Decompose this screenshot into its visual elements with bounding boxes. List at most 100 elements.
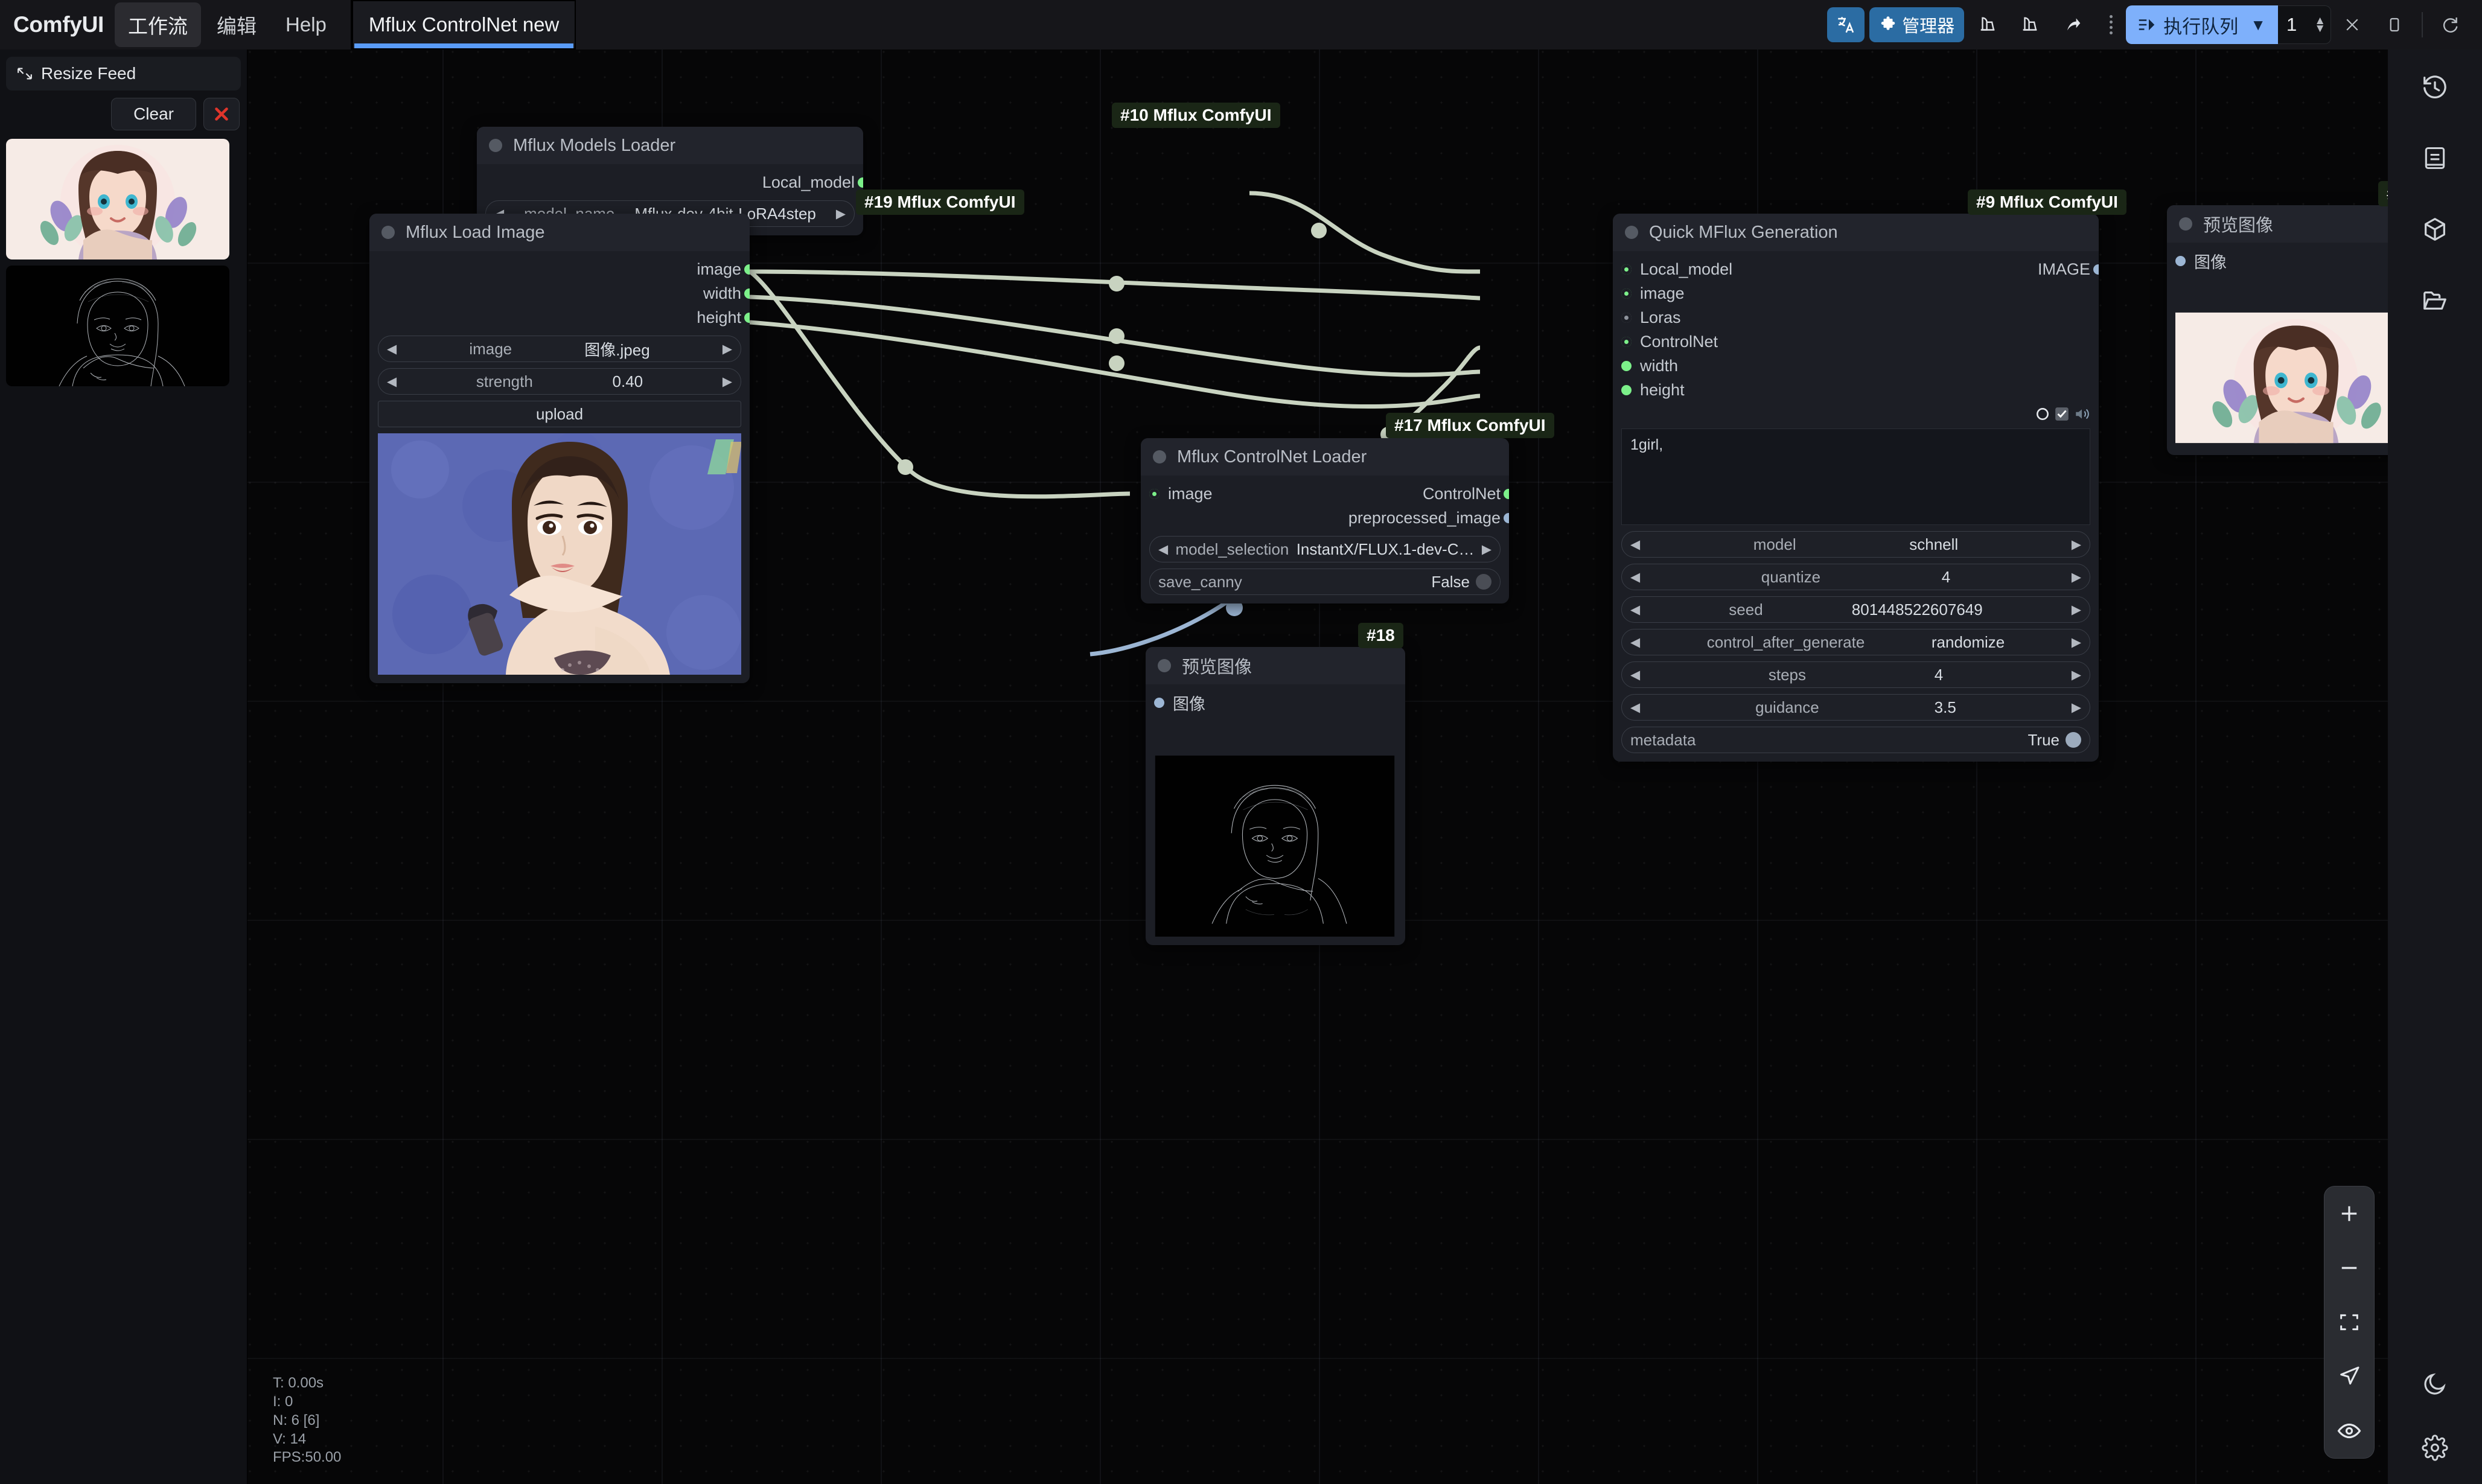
pointer-icon[interactable] bbox=[2331, 1360, 2367, 1393]
chevron-left-icon[interactable]: ◀ bbox=[1630, 700, 1640, 715]
refresh-icon[interactable] bbox=[2431, 7, 2469, 42]
widget-strength[interactable]: ◀ strength 0.40 ▶ bbox=[378, 368, 741, 395]
node-mflux-controlnet-loader[interactable]: Mflux ControlNet Loader image ControlNet… bbox=[1141, 438, 1509, 603]
prompt-textarea[interactable]: 1girl, bbox=[1621, 428, 2090, 525]
resize-feed-header[interactable]: Resize Feed bbox=[6, 57, 241, 91]
chevron-left-icon[interactable]: ◀ bbox=[1630, 667, 1640, 683]
widget-guidance[interactable]: ◀ guidance 3.5 ▶ bbox=[1621, 694, 2090, 721]
collapse-dot-icon[interactable] bbox=[489, 139, 502, 152]
zoom-out-icon[interactable] bbox=[2331, 1252, 2367, 1284]
chevron-left-icon[interactable]: ◀ bbox=[1630, 602, 1640, 617]
output-port-dot[interactable] bbox=[744, 288, 750, 299]
node-title-bar[interactable]: 预览图像 bbox=[2167, 205, 2388, 243]
input-port-dot[interactable] bbox=[1621, 288, 1632, 299]
widget-metadata[interactable]: metadata True bbox=[1621, 727, 2090, 753]
widget-steps[interactable]: ◀ steps 4 ▶ bbox=[1621, 661, 2090, 688]
chevron-left-icon[interactable]: ◀ bbox=[1158, 542, 1168, 557]
translate-icon[interactable] bbox=[1827, 7, 1865, 42]
collapse-dot-icon[interactable] bbox=[1153, 450, 1166, 463]
model-library-icon[interactable] bbox=[2413, 208, 2457, 251]
node-mflux-load-image[interactable]: Mflux Load Image image width height ◀ im bbox=[369, 214, 750, 683]
close-icon[interactable] bbox=[2334, 7, 2371, 42]
node-preview-image-18[interactable]: 预览图像 图像 bbox=[1146, 647, 1405, 945]
chevron-right-icon[interactable]: ▶ bbox=[2072, 700, 2081, 715]
chevron-right-icon[interactable]: ▶ bbox=[723, 342, 732, 357]
chevron-right-icon[interactable]: ▶ bbox=[2072, 635, 2081, 650]
clear-feed-button[interactable]: Clear bbox=[111, 98, 196, 130]
input-port-dot[interactable] bbox=[1621, 361, 1632, 371]
input-port-dot[interactable] bbox=[1621, 337, 1632, 347]
node-image-preview[interactable] bbox=[2175, 309, 2388, 447]
chevron-right-icon[interactable]: ▶ bbox=[2072, 602, 2081, 617]
chevron-left-icon[interactable]: ◀ bbox=[1630, 570, 1640, 585]
input-slot-image[interactable]: image bbox=[1621, 281, 2090, 305]
input-port-dot[interactable] bbox=[2175, 256, 2186, 266]
node-graph-canvas[interactable]: Mflux Models Loader Local_model ◀ model_… bbox=[247, 49, 2388, 1484]
node-title-bar[interactable]: 预览图像 bbox=[1146, 647, 1405, 684]
logs-icon[interactable] bbox=[2413, 136, 2457, 180]
chevron-right-icon[interactable]: ▶ bbox=[723, 374, 732, 389]
output-slot-width[interactable]: width bbox=[378, 281, 741, 305]
node-quick-mflux-generation[interactable]: Quick MFlux Generation Local_model IMAGE… bbox=[1613, 214, 2099, 762]
widget-model[interactable]: ◀ model schnell ▶ bbox=[1621, 531, 2090, 558]
input-slot-image[interactable]: 图像 bbox=[1154, 690, 1397, 715]
fit-view-icon[interactable] bbox=[2331, 1306, 2367, 1339]
chevron-right-icon[interactable]: ▶ bbox=[2072, 537, 2081, 552]
node-library-folder-icon[interactable] bbox=[2413, 279, 2457, 322]
chevron-left-icon[interactable]: ◀ bbox=[387, 374, 397, 389]
input-port-dot[interactable] bbox=[1154, 698, 1164, 708]
node-image-preview[interactable] bbox=[1154, 756, 1397, 937]
feed-thumb-canny-edge-preview[interactable] bbox=[6, 266, 229, 386]
output-port-dot[interactable] bbox=[858, 177, 863, 188]
chevron-right-icon[interactable]: ▶ bbox=[2072, 570, 2081, 585]
queue-prompt-button[interactable]: 执行队列 ▼ bbox=[2126, 5, 2278, 44]
input-slot-image[interactable]: 图像 bbox=[2175, 249, 2388, 273]
widget-model-selection[interactable]: ◀ model_selection InstantX/FLUX.1-dev-C…… bbox=[1149, 536, 1501, 562]
checkbox-icon[interactable] bbox=[2054, 406, 2070, 422]
chevron-right-icon[interactable]: ▶ bbox=[836, 206, 846, 221]
input-port-dot[interactable] bbox=[1621, 313, 1632, 323]
output-port-dot[interactable] bbox=[744, 264, 750, 275]
maximize-icon[interactable] bbox=[2376, 7, 2413, 42]
collapse-dot-icon[interactable] bbox=[2179, 217, 2192, 231]
node-preview-image-11[interactable]: 预览图像 图像 bbox=[2167, 205, 2388, 455]
chevron-left-icon[interactable]: ◀ bbox=[1630, 537, 1640, 552]
input-slot-local-model[interactable]: Local_model IMAGE bbox=[1621, 257, 2090, 281]
widget-image[interactable]: ◀ image 图像.jpeg ▶ bbox=[378, 336, 741, 362]
node-title-bar[interactable]: Mflux ControlNet Loader bbox=[1141, 438, 1509, 476]
menu-item-workflow[interactable]: 工作流 bbox=[115, 2, 201, 47]
chevron-down-icon[interactable]: ▼ bbox=[2250, 16, 2266, 34]
queue-count-stepper[interactable]: 1 ▲▼ bbox=[2278, 5, 2331, 44]
input-slot-height[interactable]: height bbox=[1621, 378, 2090, 402]
theme-moon-icon[interactable] bbox=[2413, 1362, 2457, 1406]
speaker-icon[interactable] bbox=[2073, 406, 2090, 422]
output-port-dot[interactable] bbox=[744, 313, 750, 323]
widget-quantize[interactable]: ◀ quantize 4 ▶ bbox=[1621, 564, 2090, 590]
widget-seed[interactable]: ◀ seed 801448522607649 ▶ bbox=[1621, 596, 2090, 623]
input-slot-image[interactable]: image ControlNet bbox=[1149, 482, 1501, 506]
collapse-dot-icon[interactable] bbox=[1158, 659, 1171, 672]
node-title-bar[interactable]: Quick MFlux Generation bbox=[1613, 214, 2099, 251]
chevron-right-icon[interactable]: ▶ bbox=[1482, 542, 1491, 557]
input-port-dot[interactable] bbox=[1149, 489, 1160, 499]
toggle-visibility-icon[interactable] bbox=[2331, 1415, 2367, 1447]
collapse-dot-icon[interactable] bbox=[1625, 226, 1638, 239]
output-port-dot[interactable] bbox=[2093, 264, 2099, 275]
input-slot-controlnet[interactable]: ControlNet bbox=[1621, 330, 2090, 354]
history-icon[interactable] bbox=[2413, 65, 2457, 109]
grip-dots-icon[interactable] bbox=[2104, 13, 2117, 37]
chevron-left-icon[interactable]: ◀ bbox=[1630, 635, 1640, 650]
output-port-dot[interactable] bbox=[1504, 489, 1509, 499]
widget-save-canny[interactable]: save_canny False bbox=[1149, 568, 1501, 595]
collapse-dot-icon[interactable] bbox=[381, 226, 395, 239]
stepper-arrows-icon[interactable]: ▲▼ bbox=[2314, 17, 2326, 33]
input-slot-width[interactable]: width bbox=[1621, 354, 2090, 378]
vacuum-icon[interactable] bbox=[1969, 7, 2006, 42]
output-slot-image[interactable]: image bbox=[378, 257, 741, 281]
settings-gear-icon[interactable] bbox=[2413, 1426, 2457, 1470]
manager-button[interactable]: 管理器 bbox=[1869, 7, 1964, 42]
toggle-knob-icon[interactable] bbox=[2066, 732, 2081, 748]
close-feed-button[interactable] bbox=[203, 98, 240, 130]
output-port-dot[interactable] bbox=[1504, 513, 1509, 523]
feed-thumb-generated-anime-portrait[interactable] bbox=[6, 139, 229, 260]
